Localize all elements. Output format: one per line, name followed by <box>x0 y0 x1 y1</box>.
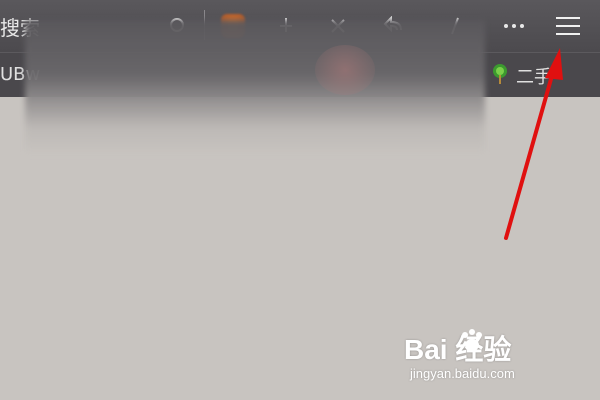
watermark-brand: Bai 经验 <box>404 334 512 365</box>
watermark-url: jingyan.baidu.com <box>410 366 515 381</box>
baidu-watermark: Bai 经验 jingyan.baidu.com <box>404 326 564 382</box>
paw-icon <box>460 328 484 358</box>
